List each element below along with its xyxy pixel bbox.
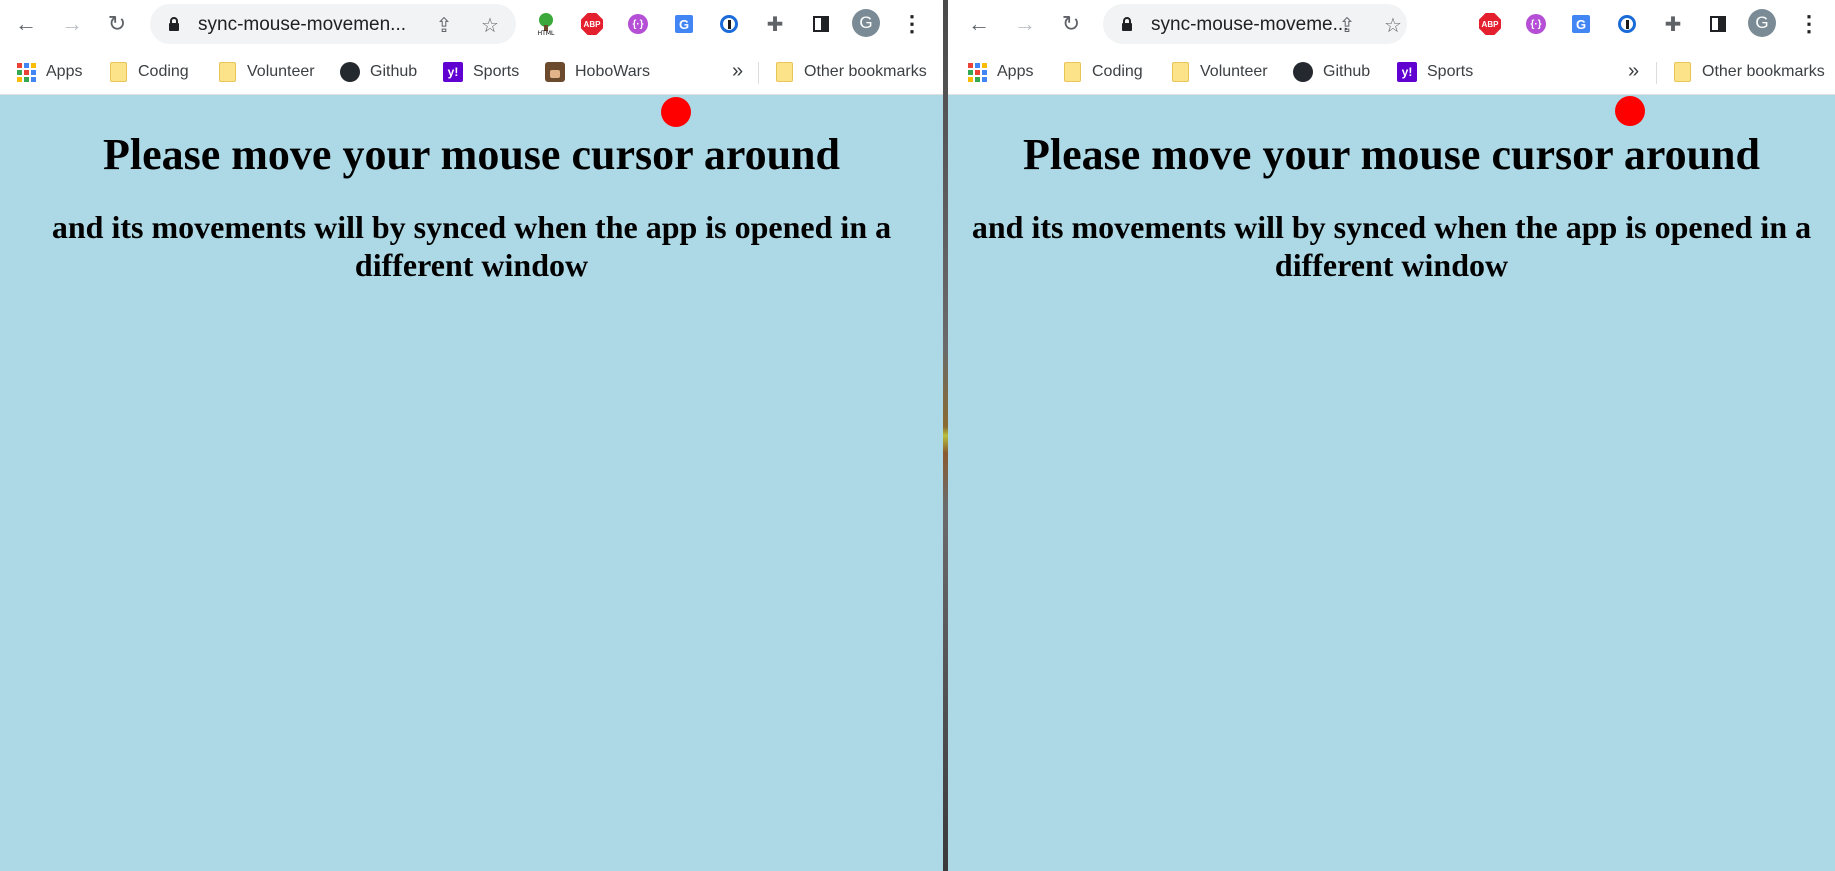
bookmarks-separator	[758, 62, 759, 84]
address-bar[interactable]: sync-mouse-movemen... ⇪ ☆	[150, 4, 516, 44]
puzzle-icon[interactable]: ✚	[1661, 12, 1685, 36]
url-text: sync-mouse-moveme...	[1151, 14, 1349, 35]
browser-toolbar: ← → ↻ sync-mouse-moveme... ⇪ ☆ ABP {·} G…	[948, 0, 1835, 48]
kebab-menu-icon[interactable]: ⋮	[900, 11, 924, 36]
github-icon	[1293, 62, 1313, 82]
bookmark-sports[interactable]: y! Sports	[443, 61, 519, 83]
browser-window-left: ← → ↻ sync-mouse-movemen... ⇪ ☆ HTML ABP…	[0, 0, 943, 871]
browser-toolbar: ← → ↻ sync-mouse-movemen... ⇪ ☆ HTML ABP…	[0, 0, 943, 48]
apps-grid-icon	[16, 62, 36, 82]
bookmark-other-bookmarks[interactable]: Other bookmarks	[774, 61, 927, 83]
html-tree-icon[interactable]: HTML	[534, 12, 558, 36]
folder-icon	[217, 62, 237, 82]
google-translate-icon[interactable]: G	[1569, 12, 1593, 36]
forward-arrow-icon[interactable]: →	[1011, 10, 1039, 38]
1password-icon[interactable]	[1615, 12, 1639, 36]
folder-icon	[1672, 62, 1692, 82]
google-translate-icon[interactable]: G	[672, 12, 696, 36]
bookmark-star-icon[interactable]: ☆	[478, 13, 502, 37]
apps-grid-icon	[967, 62, 987, 82]
reload-icon[interactable]: ↻	[103, 10, 131, 38]
page-content[interactable]: Please move your mouse cursor around and…	[948, 95, 1835, 871]
svg-text:HTML: HTML	[538, 30, 555, 36]
bookmarks-bar: Apps Coding Volunteer Github y! Sports Ho…	[0, 48, 943, 95]
page-subtitle: and its movements will by synced when th…	[971, 209, 1812, 283]
folder-icon	[774, 62, 794, 82]
bookmark-folder-volunteer[interactable]: Volunteer	[217, 61, 315, 83]
page-title: Please move your mouse cursor around	[103, 130, 840, 179]
bookmarks-bar: Apps Coding Volunteer Github y! Sports » …	[948, 48, 1835, 95]
adblock-plus-icon[interactable]: ABP	[580, 12, 604, 36]
bookmark-sports[interactable]: y! Sports	[1397, 61, 1473, 83]
page-subtitle: and its movements will by synced when th…	[51, 209, 892, 283]
bookmark-folder-coding[interactable]: Coding	[1062, 61, 1143, 83]
folder-icon	[1170, 62, 1190, 82]
yahoo-icon: y!	[443, 62, 463, 82]
side-panel-icon[interactable]	[809, 12, 833, 36]
avatar[interactable]: G	[852, 9, 880, 37]
purple-extension-icon[interactable]: {·}	[1524, 12, 1548, 36]
synced-cursor-dot	[1615, 96, 1645, 126]
purple-extension-icon[interactable]: {·}	[626, 12, 650, 36]
side-panel-icon[interactable]	[1706, 12, 1730, 36]
avatar[interactable]: G	[1748, 9, 1776, 37]
url-text: sync-mouse-movemen...	[198, 14, 407, 35]
folder-icon	[1062, 62, 1082, 82]
bookmarks-separator	[1656, 62, 1657, 84]
browser-window-right: ← → ↻ sync-mouse-moveme... ⇪ ☆ ABP {·} G…	[948, 0, 1835, 871]
reload-icon[interactable]: ↻	[1057, 10, 1085, 38]
bookmark-hobowars[interactable]: HoboWars	[545, 61, 650, 83]
bookmark-github[interactable]: Github	[1293, 61, 1370, 83]
page-content[interactable]: Please move your mouse cursor around and…	[0, 95, 943, 871]
more-bookmarks-chevron-icon[interactable]: »	[1628, 60, 1639, 83]
forward-arrow-icon[interactable]: →	[58, 10, 86, 38]
synced-cursor-dot	[661, 97, 691, 127]
hobowars-icon	[545, 62, 565, 82]
lock-icon	[1122, 17, 1132, 31]
share-icon[interactable]: ⇪	[1335, 13, 1359, 37]
bookmark-star-icon[interactable]: ☆	[1381, 13, 1405, 37]
bookmark-other-bookmarks[interactable]: Other bookmarks	[1672, 61, 1825, 83]
back-arrow-icon[interactable]: ←	[965, 10, 993, 38]
more-bookmarks-chevron-icon[interactable]: »	[732, 60, 743, 83]
back-arrow-icon[interactable]: ←	[12, 10, 40, 38]
folder-icon	[108, 62, 128, 82]
puzzle-icon[interactable]: ✚	[763, 12, 787, 36]
yahoo-icon: y!	[1397, 62, 1417, 82]
1password-icon[interactable]	[717, 12, 741, 36]
bookmark-github[interactable]: Github	[340, 61, 417, 83]
bookmark-apps[interactable]: Apps	[967, 61, 1033, 83]
github-icon	[340, 62, 360, 82]
adblock-plus-icon[interactable]: ABP	[1478, 12, 1502, 36]
page-title: Please move your mouse cursor around	[1023, 130, 1760, 179]
address-bar[interactable]: sync-mouse-moveme... ⇪ ☆	[1103, 4, 1407, 44]
kebab-menu-icon[interactable]: ⋮	[1797, 11, 1821, 36]
bookmark-apps[interactable]: Apps	[16, 61, 82, 83]
lock-icon	[169, 17, 179, 31]
share-icon[interactable]: ⇪	[432, 13, 456, 37]
bookmark-folder-volunteer[interactable]: Volunteer	[1170, 61, 1268, 83]
bookmark-folder-coding[interactable]: Coding	[108, 61, 189, 83]
